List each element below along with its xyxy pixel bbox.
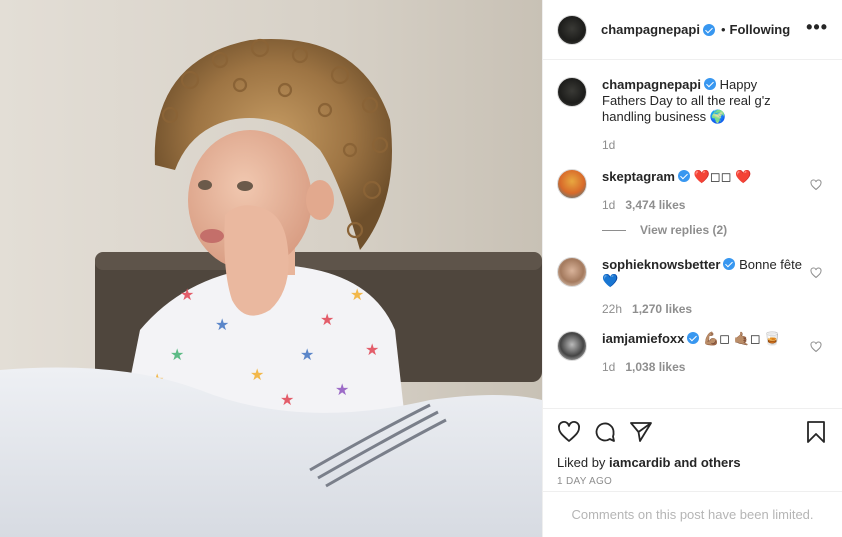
comment-body: skeptagram ❤️◻◻ ❤️ 1d 3,474 likes [602,169,828,213]
verified-icon [677,170,690,182]
post-photo[interactable]: ★ ★ ★ ★ ★ ★ ★ ★ ★ ★ ★ [0,0,542,537]
svg-text:★: ★ [280,390,294,409]
svg-text:★: ★ [180,285,194,304]
replies-line [602,229,626,231]
verified-icon [702,23,715,36]
post-actions: Liked by iamcardib and others 1 DAY AGO [543,408,842,487]
bookmark-icon[interactable] [804,420,828,444]
avatar[interactable] [557,331,587,361]
svg-text:★: ★ [320,310,334,329]
likes-summary: Liked by iamcardib and others [557,455,828,470]
comment-text: ❤️◻◻ ❤️ [693,169,752,184]
comment: skeptagram ❤️◻◻ ❤️ 1d 3,474 likes [557,169,828,213]
comment-time[interactable]: 1d [602,359,615,375]
more-options-icon[interactable]: ••• [806,18,828,38]
comment-body: iamjamiefoxx 💪🏽◻ 🤙🏽◻ 🥃 1d 1,038 likes [602,331,828,375]
comment: sophieknowsbetter Bonne fête 💙 22h 1,270… [557,257,828,317]
comment-username[interactable]: sophieknowsbetter [602,257,720,272]
author-username[interactable]: champagnepapi [601,22,700,37]
heart-icon[interactable] [557,420,581,444]
like-comment-heart-icon[interactable] [810,179,822,191]
svg-text:★: ★ [365,340,379,359]
comment-username[interactable]: skeptagram [602,169,675,184]
comment-icon[interactable] [593,420,617,444]
verified-icon [703,78,716,90]
svg-text:★: ★ [335,380,349,399]
svg-text:★: ★ [250,365,264,384]
comments-limited-notice: Comments on this post have been limited. [543,491,842,537]
action-icons [557,419,828,445]
separator-dot: • [720,22,726,37]
avatar[interactable] [557,77,587,107]
post-header: champagnepapi • Following ••• [543,0,842,60]
liked-by-user[interactable]: iamcardib [609,455,670,470]
svg-text:★: ★ [300,345,314,364]
post-image: ★ ★ ★ ★ ★ ★ ★ ★ ★ ★ ★ [0,0,542,537]
comment-meta: 1d 1,038 likes [602,359,802,375]
share-icon[interactable] [629,420,653,444]
avatar[interactable] [557,14,587,45]
view-replies-button[interactable]: View replies (2) [602,223,828,237]
liked-by-others[interactable]: and others [674,455,740,470]
comment-meta: 1d 3,474 likes [602,197,802,213]
caption-meta: 1d [602,137,802,153]
svg-text:★: ★ [215,315,229,334]
comment-text: 💪🏽◻ 🤙🏽◻ 🥃 [703,331,781,346]
liked-by-prefix: Liked by [557,455,606,470]
following-button[interactable]: Following [730,22,791,37]
caption-time[interactable]: 1d [602,137,615,153]
caption-body: champagnepapi Happy Fathers Day to all t… [602,77,828,153]
author-block: champagnepapi • Following [601,22,790,37]
post-side-panel: champagnepapi • Following ••• champagnep… [542,0,842,537]
caption: champagnepapi Happy Fathers Day to all t… [557,77,828,153]
comment-meta: 22h 1,270 likes [602,301,802,317]
view-replies-label[interactable]: View replies (2) [640,223,727,237]
comment: iamjamiefoxx 💪🏽◻ 🤙🏽◻ 🥃 1d 1,038 likes [557,331,828,375]
like-comment-heart-icon[interactable] [810,341,822,353]
comment-likes[interactable]: 1,270 likes [632,301,692,317]
svg-text:★: ★ [350,285,364,304]
svg-text:★: ★ [170,345,184,364]
comments-list[interactable]: champagnepapi Happy Fathers Day to all t… [543,61,842,408]
comment-time[interactable]: 22h [602,301,622,317]
caption-username[interactable]: champagnepapi [602,77,701,92]
verified-icon [723,258,736,270]
comment-time[interactable]: 1d [602,197,615,213]
avatar[interactable] [557,257,587,287]
comment-username[interactable]: iamjamiefoxx [602,331,684,346]
like-comment-heart-icon[interactable] [810,267,822,279]
comment-likes[interactable]: 3,474 likes [625,197,685,213]
comment-body: sophieknowsbetter Bonne fête 💙 22h 1,270… [602,257,828,317]
post-timestamp[interactable]: 1 DAY AGO [557,476,828,487]
comment-likes[interactable]: 1,038 likes [625,359,685,375]
verified-icon [687,332,700,344]
avatar[interactable] [557,169,587,199]
